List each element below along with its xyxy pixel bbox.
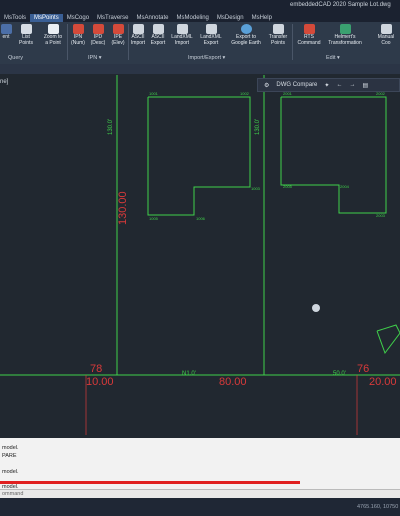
transfer-points-button[interactable]: Transfer Points: [266, 24, 290, 46]
dim-bottom-right: 20.00: [369, 376, 397, 388]
bearing-right: 50.0': [333, 371, 346, 377]
command-history-line: PARE: [2, 453, 17, 459]
command-history-line: model.: [2, 469, 19, 475]
marker-right: 76: [357, 363, 369, 375]
dim-top-left: 130.0': [108, 119, 114, 135]
panel-label-ipn[interactable]: IPN ▾: [88, 55, 101, 61]
landxml-export-button[interactable]: LandXML Export: [196, 24, 226, 46]
building-outline-right: [280, 96, 387, 214]
transfer-icon: [272, 24, 284, 34]
tab-mscogo[interactable]: MsCogo: [63, 14, 93, 22]
dim-bottom-left: 10.00: [86, 376, 114, 388]
panel-label-edit[interactable]: Edit ▾: [326, 55, 340, 61]
export-icon: [152, 24, 164, 34]
dwg-compare-label[interactable]: DWG Compare: [276, 82, 317, 88]
title-bar: embeddedCAD 2020 Sample Lot.dwg: [0, 0, 400, 11]
point-label: 1005: [149, 216, 159, 221]
status-bar: 4765.160, 10750: [0, 498, 400, 516]
arrow-left-icon[interactable]: ←: [336, 82, 342, 88]
panel-bar: [0, 64, 400, 74]
ipe-button[interactable]: IPE (Elev): [108, 24, 128, 46]
point-label: 2003: [376, 213, 386, 218]
point-label: 1006: [196, 216, 206, 221]
drawing-canvas[interactable]: 1001 1002 1005 1006 1003 2001 2002 2005 …: [0, 75, 400, 435]
tab-mshelp[interactable]: MsHelp: [248, 14, 276, 22]
ribbon-panel: ent List Points Zoom to a Point IPN (Num…: [0, 22, 400, 65]
dwg-compare-bar: ⚙ DWG Compare ✦ ← → ▤: [257, 78, 400, 92]
lightbulb-icon[interactable]: ✦: [324, 82, 329, 89]
rts-command-button[interactable]: RTS Command: [294, 24, 324, 46]
tab-mstools[interactable]: MsTools: [0, 14, 30, 22]
ribbon-button-ent[interactable]: ent: [0, 24, 12, 41]
point-label: 1002: [240, 91, 250, 96]
drawing-viewport[interactable]: ne] 1001 1002 1005 1006 1003 2001 2002 2…: [0, 75, 400, 435]
point-label: 2004: [340, 184, 350, 189]
ipe-icon: [112, 24, 124, 34]
tab-mstraverse[interactable]: MsTraverse: [93, 14, 132, 22]
small-feature-right: [376, 324, 400, 355]
dim-left-side: 130.00: [117, 191, 129, 225]
export-google-earth-button[interactable]: Export to Google Earth: [226, 24, 266, 46]
list-icon: [20, 24, 32, 34]
building-outline-left: [147, 96, 251, 216]
ipd-icon: [92, 24, 104, 34]
ascii-export-button[interactable]: ASCII Export: [148, 24, 168, 46]
command-history-line: model.: [2, 445, 19, 451]
point-label: 1001: [149, 91, 159, 96]
arrow-right-icon[interactable]: →: [349, 82, 355, 88]
panel-label-query: Query: [8, 55, 23, 61]
point-label: 1003: [251, 186, 261, 191]
viewport-label[interactable]: ne]: [0, 79, 8, 85]
cursor-icon: [312, 304, 320, 312]
command-history: model. PARE model. model.: [0, 438, 400, 494]
marker-left: 78: [90, 363, 102, 375]
gear-icon[interactable]: ⚙: [264, 82, 269, 89]
window-title: embeddedCAD 2020 Sample Lot.dwg: [290, 2, 391, 8]
landxml-import-button[interactable]: LandXML Import: [168, 24, 196, 46]
list-points-button[interactable]: List Points: [14, 24, 38, 46]
dim-top-mid: 130.0': [255, 119, 261, 135]
export-icon: [205, 24, 217, 34]
ribbon-separator: [292, 24, 293, 60]
globe-icon: [240, 24, 252, 34]
dim-bottom-mid: 80.00: [219, 376, 247, 388]
tab-msmodeling[interactable]: MsModeling: [173, 14, 213, 22]
ipn-icon: [72, 24, 84, 34]
rts-icon: [303, 24, 315, 34]
tab-msannotate[interactable]: MsAnnotate: [133, 14, 173, 22]
bearing-mid: N1.0': [182, 371, 196, 377]
zoom-to-point-button[interactable]: Zoom to a Point: [38, 24, 68, 46]
import-icon: [176, 24, 188, 34]
ipn-button[interactable]: IPN (Num): [68, 24, 88, 46]
ascii-import-button[interactable]: ASCII Import: [128, 24, 148, 46]
point-label: 2005: [283, 184, 293, 189]
panel-label-import-export[interactable]: Import/Export ▾: [188, 55, 225, 61]
transform-icon: [339, 24, 351, 34]
point-icon: [0, 24, 12, 34]
manual-icon: [380, 24, 392, 34]
coordinate-readout: 4765.160, 10750: [357, 504, 399, 510]
ribbon-tabs: MsTools MsPoints MsCogo MsTraverse MsAnn…: [0, 11, 400, 22]
helmert-transformation-button[interactable]: Helmert's Transformation: [325, 24, 365, 46]
import-icon: [132, 24, 144, 34]
zoom-icon: [47, 24, 59, 34]
tab-mspoints[interactable]: MsPoints: [30, 14, 63, 22]
progress-bar: [0, 481, 300, 484]
manual-coo-button[interactable]: Manual Coo: [373, 24, 399, 46]
tab-msdesign[interactable]: MsDesign: [213, 14, 248, 22]
command-prompt: ommand: [2, 491, 24, 497]
ipd-button[interactable]: IPD (Desc): [88, 24, 108, 46]
layers-icon[interactable]: ▤: [362, 82, 368, 89]
